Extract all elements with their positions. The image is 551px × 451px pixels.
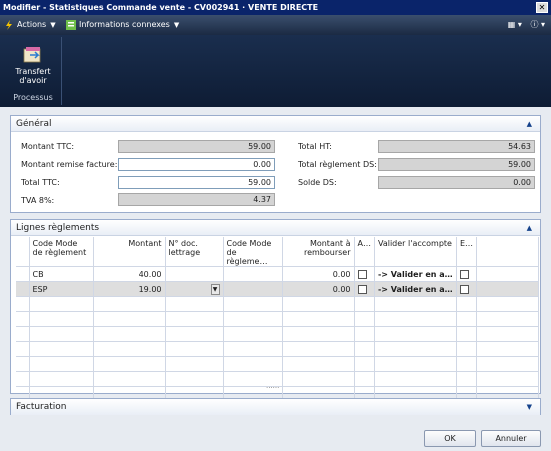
remise-label: Montant remise facture:: [21, 160, 118, 169]
close-icon[interactable]: ✕: [536, 2, 548, 13]
code-cell[interactable]: ESP: [29, 281, 94, 297]
valider-cell[interactable]: -> Valider en a…: [374, 281, 457, 297]
chevron-down-icon[interactable]: ▼: [527, 399, 532, 415]
ribbon-group-processus: Transfert d'avoir Processus: [4, 37, 62, 105]
row-selector-header: [16, 237, 30, 267]
montant-ttc-field: 59.00: [118, 140, 275, 153]
row-selector[interactable]: [16, 266, 30, 282]
actions-label: Actions: [17, 20, 47, 29]
column-header[interactable]: Montant: [93, 237, 166, 267]
a-cell[interactable]: [354, 266, 375, 282]
montant-ttc-label: Montant TTC:: [21, 142, 75, 151]
command-bar: Actions ▼ Informations connexes ▼ ▦ ▾ ⓘ ▾: [0, 15, 551, 35]
general-header[interactable]: Général ▲: [11, 116, 540, 132]
dropdown-arrow-icon[interactable]: ▼: [210, 283, 220, 295]
window-titlebar: Modifier - Statistiques Commande vente -…: [0, 0, 551, 15]
doc-cell[interactable]: [165, 266, 224, 282]
cancel-button[interactable]: Annuler: [481, 430, 541, 447]
filler-header: [476, 237, 540, 267]
row-selector[interactable]: [16, 281, 30, 297]
montant-cell[interactable]: 19.00: [93, 281, 166, 297]
checkbox[interactable]: [357, 284, 367, 294]
payment-lines-table: Code Mode de règlement Montant N° doc. l…: [16, 237, 540, 402]
chevron-up-icon[interactable]: ▲: [527, 220, 532, 236]
empty-row: [16, 356, 540, 372]
filler-cell: [476, 266, 540, 282]
total-reglement-field: 59.00: [378, 158, 535, 171]
help-icon[interactable]: ⓘ ▾: [530, 20, 545, 29]
column-header[interactable]: Montant à rembourser: [282, 237, 355, 267]
facturation-title: Facturation: [16, 402, 67, 412]
total-ht-field: 54.63: [378, 140, 535, 153]
empty-row: [16, 326, 540, 342]
doc-cell[interactable]: ▼: [165, 281, 224, 297]
table-row[interactable]: CB 40.00 0.00 -> Valider en a…: [16, 266, 540, 282]
table-row[interactable]: ESP 19.00 ▼ 0.00 -> Valider en a…: [16, 281, 540, 297]
transfer-credit-button[interactable]: Transfert d'avoir: [6, 39, 60, 89]
valider-cell[interactable]: -> Valider en a…: [374, 266, 457, 282]
window-title: Modifier - Statistiques Commande vente -…: [3, 3, 319, 12]
remise-field[interactable]: 0.00: [118, 158, 275, 171]
transfer-credit-label: Transfert d'avoir: [15, 67, 51, 85]
column-header[interactable]: N° doc. lettrage: [165, 237, 224, 267]
column-header[interactable]: A…: [354, 237, 375, 267]
a-cell[interactable]: [354, 281, 375, 297]
related-info-label: Informations connexes: [79, 20, 170, 29]
view-menu-icon[interactable]: ▦ ▾: [508, 20, 522, 29]
tva-field: 4.37: [118, 193, 275, 206]
chevron-down-icon: ▼: [173, 21, 180, 29]
checkbox[interactable]: [357, 269, 367, 279]
resize-grip-icon[interactable]: ······: [266, 384, 279, 392]
e-cell[interactable]: [456, 281, 478, 297]
actions-menu[interactable]: Actions ▼: [4, 19, 56, 31]
total-reglement-label: Total règlement DS:: [298, 160, 377, 169]
payment-lines-section: Lignes règlements ▲ Code Mode de règleme…: [10, 219, 541, 402]
empty-row: [16, 311, 540, 327]
total-ht-label: Total HT:: [298, 142, 332, 151]
filler-cell: [476, 281, 540, 297]
solde-label: Solde DS:: [298, 178, 337, 187]
total-ttc-field[interactable]: 59.00: [118, 176, 275, 189]
rembourser-cell[interactable]: 0.00: [282, 281, 355, 297]
code2-cell[interactable]: [223, 266, 283, 282]
checkbox[interactable]: [459, 269, 469, 279]
total-ttc-label: Total TTC:: [21, 178, 60, 187]
window-tools: ▦ ▾ ⓘ ▾: [508, 19, 545, 31]
checkbox[interactable]: [459, 284, 469, 294]
facturation-section: Facturation ▼: [10, 398, 541, 415]
montant-cell[interactable]: 40.00: [93, 266, 166, 282]
lightning-icon: [6, 19, 12, 30]
general-section: Général ▲ Montant TTC: 59.00 Montant rem…: [10, 115, 541, 213]
payment-lines-header[interactable]: Lignes règlements ▲: [11, 220, 540, 236]
ribbon: Transfert d'avoir Processus: [0, 35, 551, 107]
ok-button[interactable]: OK: [424, 430, 476, 447]
facturation-header[interactable]: Facturation ▼: [11, 399, 540, 415]
table-header-row: Code Mode de règlement Montant N° doc. l…: [16, 237, 540, 267]
e-cell[interactable]: [456, 266, 478, 282]
column-header[interactable]: Valider l'accompte: [374, 237, 457, 267]
transfer-credit-icon: [23, 47, 41, 63]
empty-row: [16, 341, 540, 357]
info-grid-icon: [66, 19, 76, 30]
solde-field: 0.00: [378, 176, 535, 189]
rembourser-cell[interactable]: 0.00: [282, 266, 355, 282]
code2-cell[interactable]: [223, 281, 283, 297]
column-header[interactable]: Code Mode de règleme…: [223, 237, 283, 267]
ribbon-group-label: Processus: [13, 93, 53, 102]
chevron-down-icon: ▼: [50, 21, 56, 29]
empty-row: [16, 296, 540, 312]
related-info-menu[interactable]: Informations connexes ▼: [66, 19, 179, 31]
payment-lines-title: Lignes règlements: [16, 223, 100, 233]
general-title: Général: [16, 119, 52, 129]
chevron-up-icon[interactable]: ▲: [527, 116, 532, 132]
dialog-footer: OK Annuler: [0, 425, 551, 451]
column-header[interactable]: Code Mode de règlement: [29, 237, 94, 267]
code-cell[interactable]: CB: [29, 266, 94, 282]
column-header[interactable]: E…: [456, 237, 478, 267]
tva-label: TVA 8%:: [21, 196, 55, 205]
